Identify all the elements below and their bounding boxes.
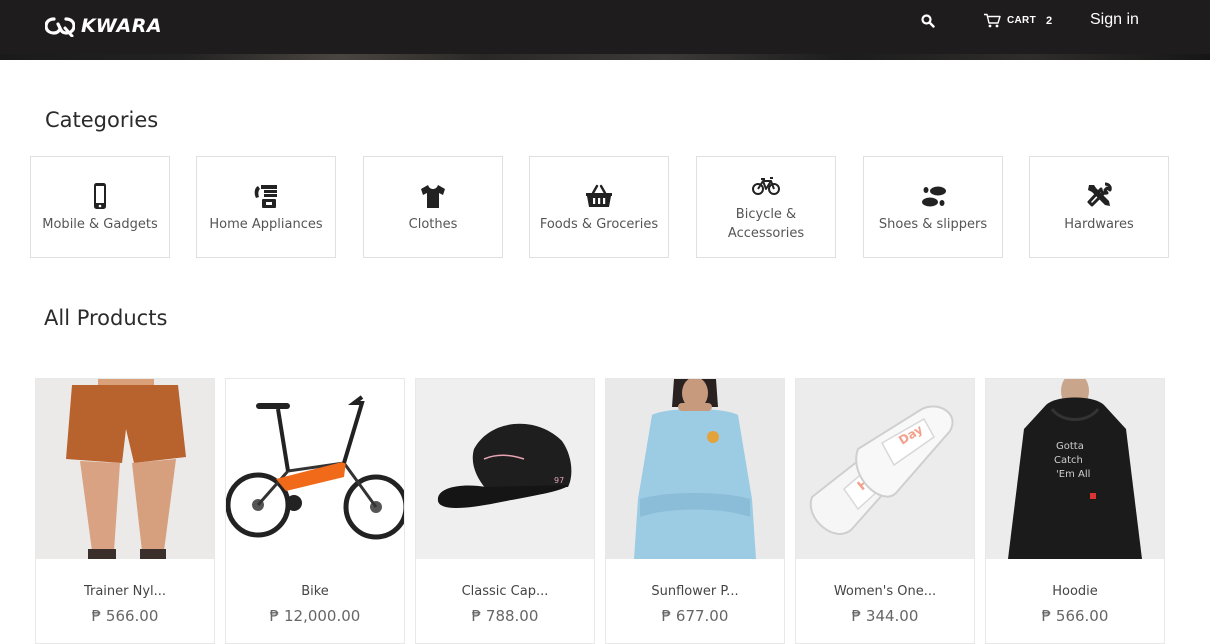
category-label: Hardwares <box>1064 216 1134 232</box>
cart-label: CART <box>1007 15 1036 26</box>
product-card[interactable]: Bike ₱ 12,000.00 <box>225 378 405 644</box>
category-label: Bicycle & Accessories <box>727 207 805 241</box>
signin-link[interactable]: Sign in <box>1090 11 1139 29</box>
cart-icon <box>984 13 1001 28</box>
category-foods-groceries[interactable]: Foods & Groceries <box>529 156 669 258</box>
product-price: ₱ 677.00 <box>661 607 729 625</box>
basket-icon <box>584 181 614 211</box>
product-image-slides: Hey Day <box>796 379 974 559</box>
cart-button[interactable]: CART 2 <box>983 13 1052 28</box>
footprints-icon <box>918 181 948 211</box>
category-shoes-slippers[interactable]: Shoes & slippers <box>863 156 1003 258</box>
brand-mark-icon <box>45 17 75 37</box>
category-home-appliances[interactable]: Home Appliances <box>196 156 336 258</box>
product-card[interactable]: Hey Day Women's One... ₱ 344.00 <box>795 378 975 644</box>
product-price: ₱ 788.00 <box>471 607 539 625</box>
product-image-cap: 97 <box>416 379 594 559</box>
category-label: Shoes & slippers <box>878 216 988 232</box>
svg-text:Gotta: Gotta <box>1056 441 1084 452</box>
product-price: ₱ 12,000.00 <box>269 607 361 625</box>
category-label: Clothes <box>408 216 458 232</box>
product-image-hoodie: Gotta Catch 'Em All <box>986 379 1164 559</box>
product-name: Classic Cap... <box>461 584 549 599</box>
product-name: Bike <box>301 584 329 599</box>
cart-count-badge: 2 <box>1045 14 1053 27</box>
product-name: Sunflower P... <box>651 584 739 599</box>
category-label: Mobile & Gadgets <box>42 216 158 232</box>
product-card[interactable]: Gotta Catch 'Em All Hoodie ₱ 566.00 <box>985 378 1165 644</box>
product-price: ₱ 344.00 <box>851 607 919 625</box>
category-label: Home Appliances <box>209 216 323 232</box>
mobile-phone-icon <box>85 181 115 211</box>
tshirt-icon <box>418 181 448 211</box>
category-mobile-gadgets[interactable]: Mobile & Gadgets <box>30 156 170 258</box>
category-hardwares[interactable]: Hardwares <box>1029 156 1169 258</box>
product-price: ₱ 566.00 <box>91 607 159 625</box>
product-image-sweatshirt <box>606 379 784 559</box>
product-name: Women's One... <box>833 584 937 599</box>
bicycle-icon <box>751 171 781 201</box>
category-label: Foods & Groceries <box>539 216 659 232</box>
product-image-shorts <box>36 379 214 559</box>
product-card[interactable]: 97 Classic Cap... ₱ 788.00 <box>415 378 595 644</box>
brand-name: KWARA <box>81 15 163 37</box>
svg-text:97: 97 <box>554 476 564 485</box>
all-products-heading: All Products <box>44 306 168 330</box>
product-price: ₱ 566.00 <box>1041 607 1109 625</box>
product-name: Hoodie <box>1052 584 1098 599</box>
product-image-bike <box>226 379 404 559</box>
product-card[interactable]: Trainer Nyl... ₱ 566.00 <box>35 378 215 644</box>
brand-logo[interactable]: KWARA <box>45 13 162 39</box>
appliance-icon <box>251 181 281 211</box>
tools-icon <box>1084 181 1114 211</box>
category-clothes[interactable]: Clothes <box>363 156 503 258</box>
product-card[interactable]: Sunflower P... ₱ 677.00 <box>605 378 785 644</box>
svg-text:Catch: Catch <box>1054 455 1083 466</box>
top-navbar: KWARA CART 2 Sign in <box>0 0 1210 54</box>
search-icon[interactable] <box>921 14 935 28</box>
hero-banner-edge <box>0 54 1210 60</box>
product-name: Trainer Nyl... <box>83 584 167 599</box>
svg-text:'Em All: 'Em All <box>1056 469 1090 480</box>
categories-heading: Categories <box>45 108 159 132</box>
category-bicycle-accessories[interactable]: Bicycle & Accessories <box>696 156 836 258</box>
